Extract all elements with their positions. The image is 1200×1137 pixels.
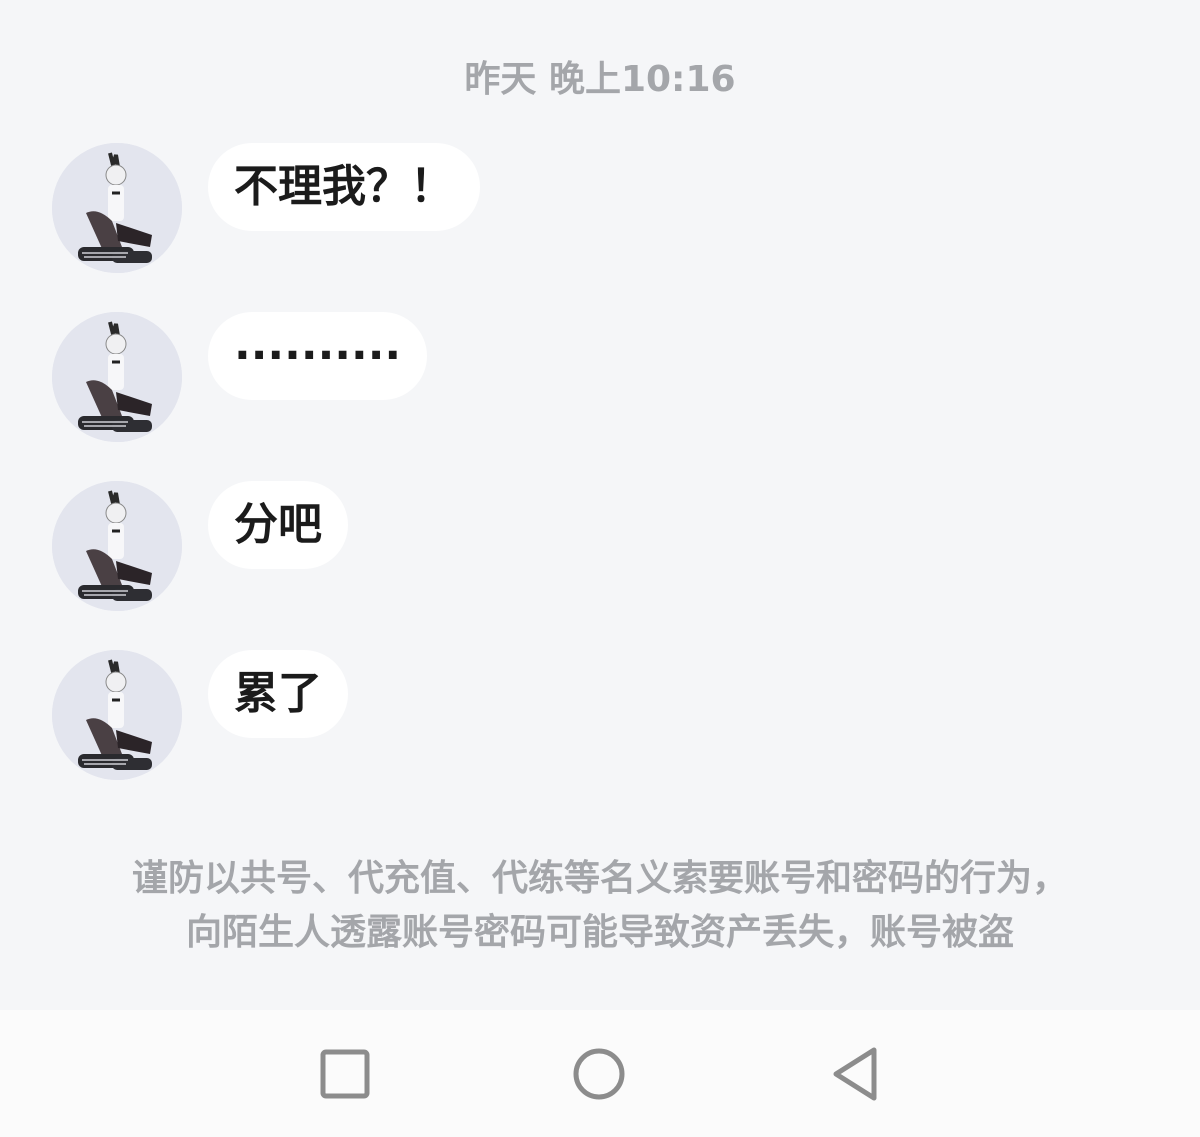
avatar[interactable] (52, 312, 182, 442)
message-timestamp: 昨天 晚上10:16 (464, 59, 736, 100)
avatar-character-icon (52, 143, 182, 273)
back-button[interactable] (820, 1040, 890, 1110)
home-icon (573, 1048, 625, 1100)
security-notice-line: 向陌生人透露账号密码可能导致资产丢失，账号被盗 (185, 912, 1014, 953)
back-icon (833, 1047, 877, 1101)
message-row: 累了 (52, 650, 1152, 780)
avatar[interactable] (52, 143, 182, 273)
message-bubble[interactable]: 分吧 (208, 481, 348, 569)
message-bubble[interactable]: 累了 (208, 650, 348, 738)
recent-apps-button[interactable] (310, 1040, 380, 1110)
avatar[interactable] (52, 481, 182, 611)
message-row: 分吧 (52, 481, 1152, 611)
security-notice: 谨防以共号、代充值、代练等名义索要账号和密码的行为， 向陌生人透露账号密码可能导… (0, 852, 1200, 960)
home-button[interactable] (564, 1040, 634, 1110)
security-notice-line: 谨防以共号、代充值、代练等名义索要账号和密码的行为， (131, 858, 1068, 899)
message-row: 不理我？！ (52, 143, 1152, 273)
recent-apps-icon (320, 1049, 370, 1099)
message-bubble[interactable]: 不理我？！ (208, 143, 480, 231)
avatar-character-icon (52, 312, 182, 442)
chat-screen: 昨天 晚上10:16 不理我？！ ·········· 分吧 累了 谨防以共号、… (0, 0, 1200, 1137)
message-bubble[interactable]: ·········· (208, 312, 428, 400)
message-row: ·········· (52, 312, 1152, 442)
avatar-character-icon (52, 650, 182, 780)
system-nav-bar (0, 1010, 1200, 1137)
avatar-character-icon (52, 481, 182, 611)
avatar[interactable] (52, 650, 182, 780)
